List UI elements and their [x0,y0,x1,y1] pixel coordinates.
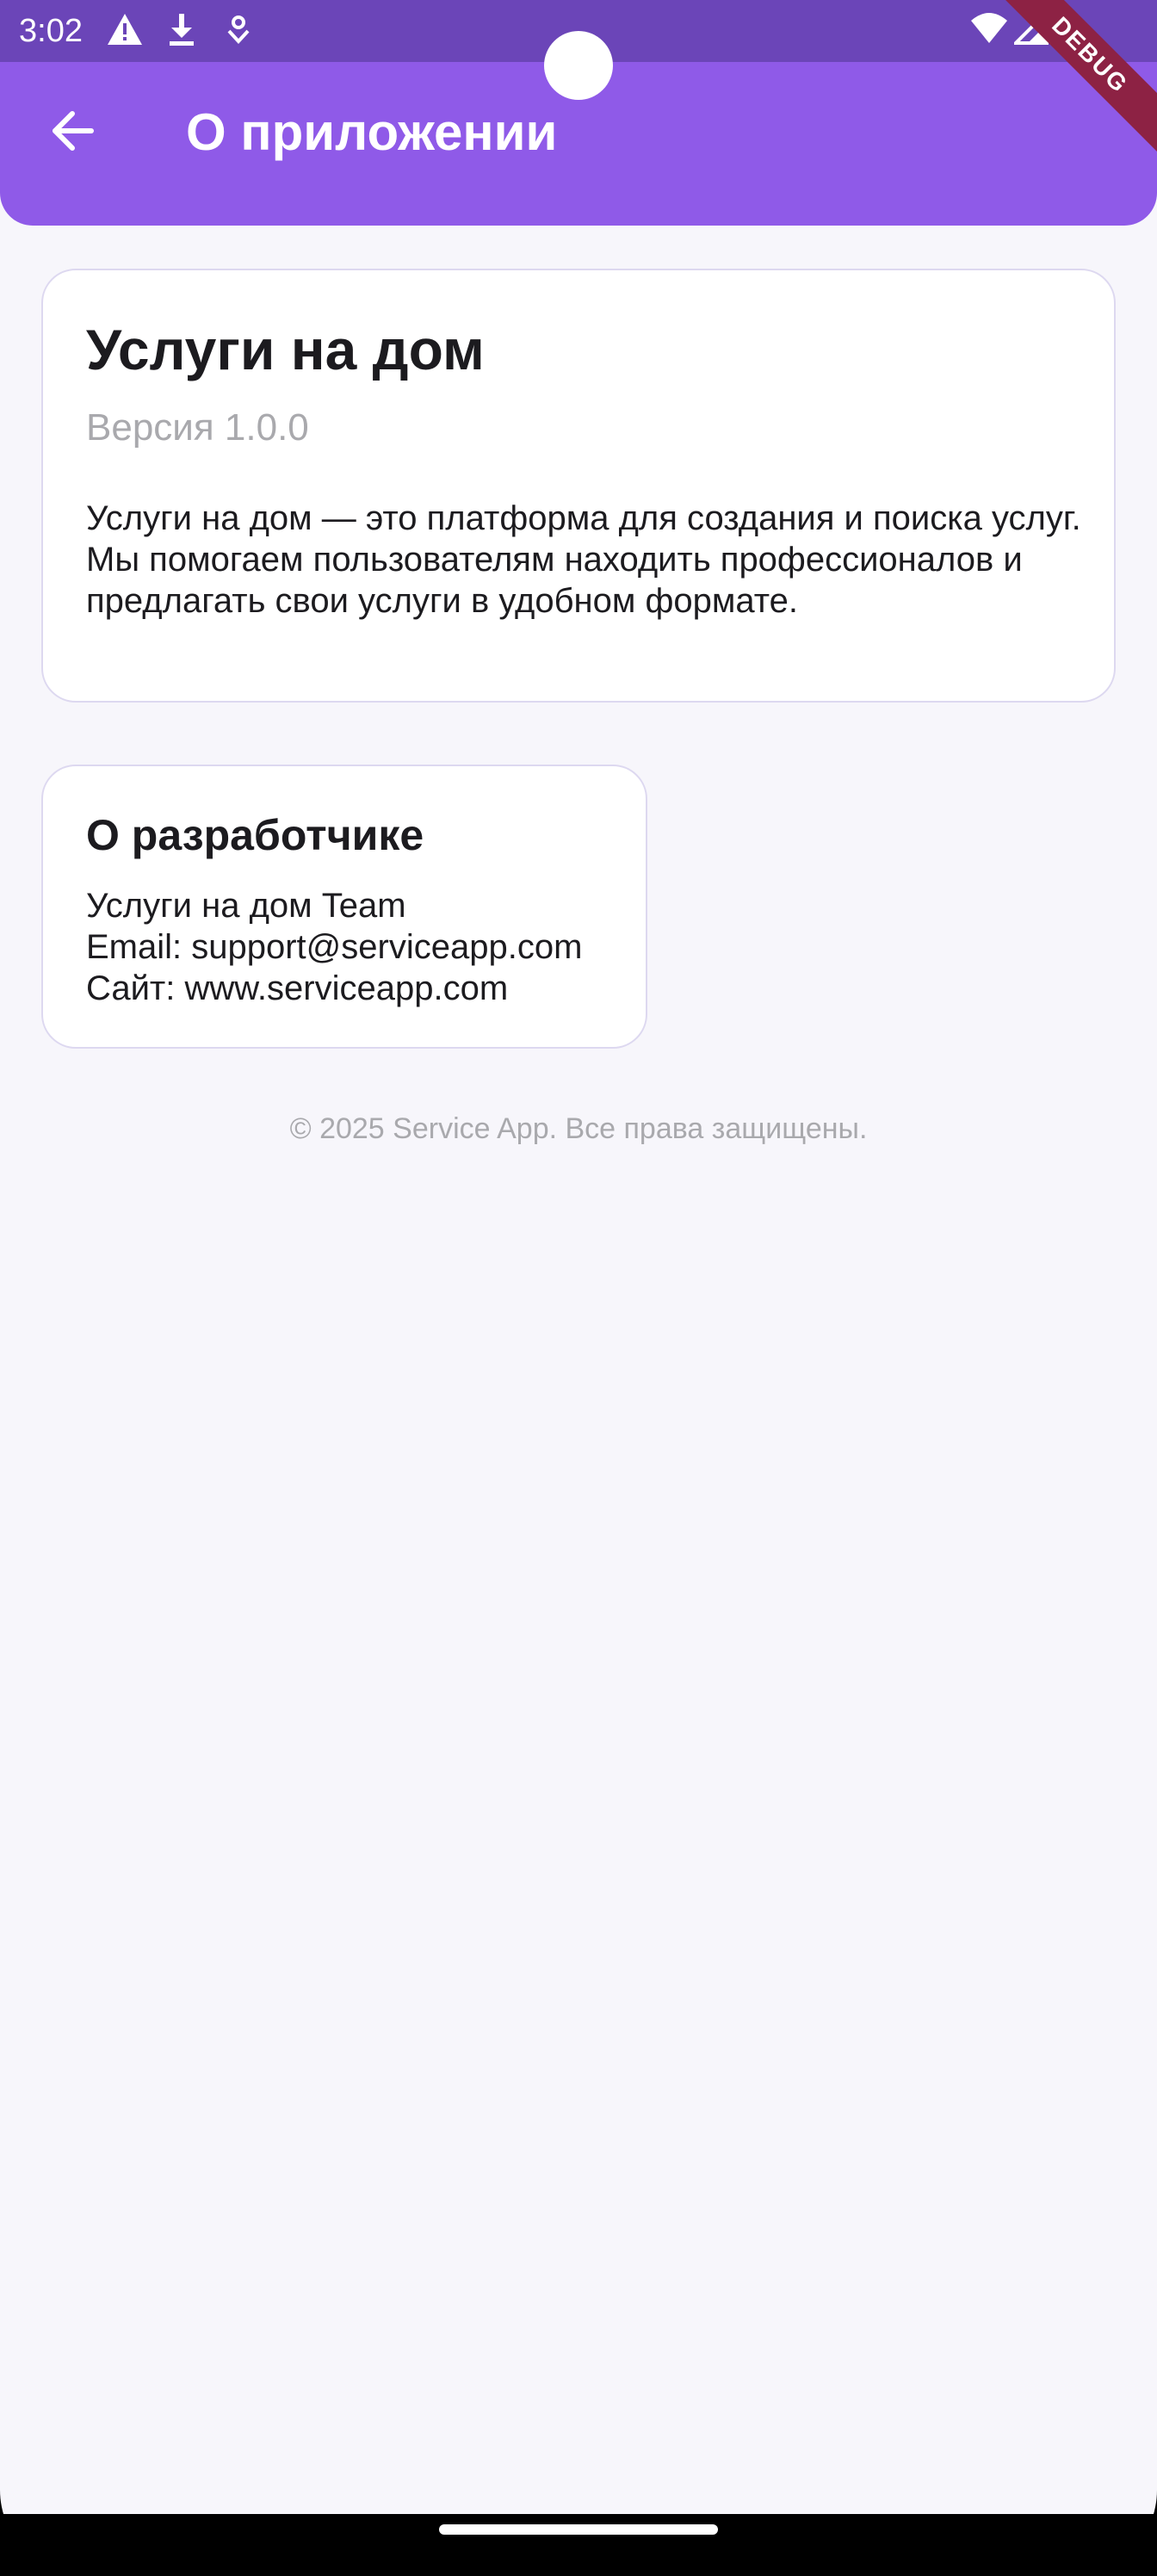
camera-cutout [544,31,613,100]
developer-card: О разработчике Услуги на дом Team Email:… [41,765,647,1049]
developer-title: О разработчике [86,811,424,859]
warning-icon [107,12,143,51]
developer-email: Email: support@serviceapp.com [86,928,583,966]
copyright-text: © 2025 Service App. Все права защищены. [289,1112,868,1145]
page-title: О приложении [186,103,558,161]
app-description: Услуги на дом — это платформа для создан… [86,499,1081,620]
navigation-bar [0,2514,1157,2576]
app-version: Версия 1.0.0 [86,406,309,449]
download-icon [167,12,196,51]
tether-icon [226,12,251,51]
back-button[interactable] [38,98,107,167]
app-name: Услуги на дом [86,318,485,381]
developer-team: Услуги на дом Team [86,887,406,925]
arrow-back-icon [50,108,95,158]
app-screen: 3:02 DEBUG О приложении Услуги на дом Ве… [0,0,1157,2576]
home-indicator[interactable] [439,2524,718,2535]
status-time: 3:02 [19,13,83,49]
about-card: Услуги на дом Версия 1.0.0 Услуги на дом… [41,269,1116,703]
wifi-icon [969,10,1009,49]
developer-site: Сайт: www.serviceapp.com [86,969,509,1007]
